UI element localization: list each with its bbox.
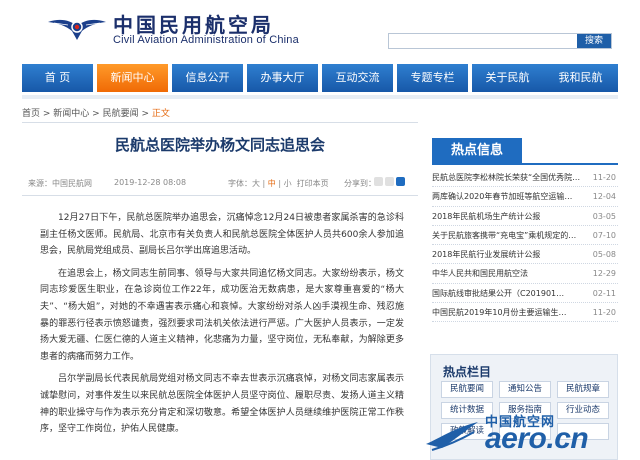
font-separator: | [260, 179, 268, 188]
article-meta: 来源：中国民航网 2019-12-28 08:08 字体：大 | 中 | 小 打… [22, 177, 418, 191]
font-small-button[interactable]: 小 [284, 179, 292, 188]
news-title[interactable]: 关于民航旅客携带“充电宝”乘机规定的… [432, 226, 582, 244]
nav-special-topics[interactable]: 专题专栏 [397, 64, 468, 92]
news-title[interactable]: 2018年民航行业发展统计公报 [432, 245, 582, 263]
column-button-notices[interactable]: 通知公告 [499, 381, 551, 398]
print-button[interactable]: 打印本页 [297, 179, 329, 188]
news-date: 11-20 [592, 173, 616, 182]
article-body: 12月27日下午，民航总医院举办追思会，沉痛悼念12月24日被患者家属杀害的急诊… [40, 210, 404, 444]
breadcrumb-home[interactable]: 首页 [22, 109, 40, 119]
list-item[interactable]: 中华人民共和国民用航空法 12-29 [432, 264, 618, 284]
watermark-url: aero.cn [485, 422, 589, 455]
site-subtitle: Civil Aviation Administration of China [113, 34, 299, 46]
nav-divider [22, 95, 618, 99]
watermark-logo-icon [426, 422, 478, 451]
breadcrumb-news[interactable]: 新闻中心 [53, 109, 89, 119]
share-label: 分享到： [344, 179, 376, 188]
meta-divider [22, 195, 418, 196]
nav-me-and-caac[interactable]: 我和民航 [543, 64, 618, 92]
article-date: 2019-12-28 08:08 [114, 178, 187, 187]
search-box: 搜索 [388, 33, 612, 49]
font-separator: | [275, 179, 284, 188]
news-date: 12-04 [592, 192, 616, 202]
article-paragraph: 吕尔学副局长代表民航局党组对杨文同志不幸去世表示沉痛哀悼，对杨文同志家属表示诚挚… [40, 374, 404, 435]
search-button[interactable]: 搜索 [577, 34, 611, 48]
news-title[interactable]: 民航总医院李松林院长荣获“全国优秀院… [432, 168, 582, 186]
list-item[interactable]: 国际航线审批结果公开（C201901… 02-11 [432, 284, 618, 304]
list-item[interactable]: 关于民航旅客携带“充电宝”乘机规定的… 07-10 [432, 226, 618, 246]
main-nav: 首 页 新闻中心 信息公开 办事大厅 互动交流 专题专栏 关于民航 我和民航 [22, 64, 618, 92]
nav-news-center[interactable]: 新闻中心 [97, 64, 168, 92]
news-date: 02-11 [592, 288, 616, 298]
search-input[interactable] [389, 34, 577, 48]
list-item[interactable]: 2018年民航机场生产统计公报 03-05 [432, 207, 618, 226]
news-date: 12-29 [592, 269, 616, 279]
breadcrumb-section[interactable]: 民航要闻 [103, 109, 139, 119]
list-item[interactable]: 民航总医院李松林院长荣获“全国优秀院… 11-20 [432, 168, 618, 188]
article-paragraph: 在追思会上，杨文同志生前同事、领导与大家共同追忆杨文同志。大家纷纷表示，杨文同志… [40, 268, 404, 362]
news-title[interactable]: 中华人民共和国民用航空法 [432, 264, 582, 282]
font-size-label: 字体： [228, 179, 252, 188]
hot-news-list: 民航总医院李松林院长荣获“全国优秀院… 11-20 两库确认2020年春节加班等航… [432, 168, 618, 323]
breadcrumb-separator: > [40, 109, 54, 119]
share-wechat-icon[interactable] [385, 177, 394, 186]
nav-about[interactable]: 关于民航 [472, 64, 543, 92]
breadcrumb-current: 正文 [151, 109, 170, 119]
breadcrumb-divider [22, 122, 418, 123]
column-button-industry[interactable]: 行业动态 [557, 402, 609, 419]
hot-news-tab[interactable]: 热点信息 [432, 138, 522, 164]
breadcrumb-separator: > [138, 109, 152, 119]
news-date: 05-08 [592, 250, 616, 260]
share-weibo-icon[interactable] [374, 177, 383, 186]
caac-logo-icon[interactable] [46, 10, 108, 44]
nav-home[interactable]: 首 页 [22, 64, 93, 92]
news-title[interactable]: 国际航线审批结果公开（C201901… [432, 284, 582, 302]
font-large-button[interactable]: 大 [252, 179, 260, 188]
nav-info-disclosure[interactable]: 信息公开 [172, 64, 243, 92]
news-title[interactable]: 中国民航2019年10月份主要运输生… [432, 303, 582, 321]
hot-columns-title: 热点栏目 [443, 365, 492, 379]
news-date: 11-20 [592, 308, 616, 318]
font-medium-button[interactable]: 中 [268, 179, 276, 188]
news-title[interactable]: 两库确认2020年春节加班等航空运输… [432, 187, 582, 205]
share-icons [374, 177, 418, 189]
nav-service-hall[interactable]: 办事大厅 [247, 64, 318, 92]
news-date: 07-10 [592, 230, 616, 240]
font-size-controls: 字体：大 | 中 | 小 打印本页 [228, 178, 329, 189]
share-more-icon[interactable] [396, 177, 405, 186]
article-title: 民航总医院举办杨文同志追思会 [114, 136, 325, 154]
site-header: 中国民用航空局 Civil Aviation Administration of… [0, 0, 640, 62]
breadcrumb: 首页 > 新闻中心 > 民航要闻 > 正文 [22, 106, 422, 119]
breadcrumb-separator: > [89, 109, 103, 119]
column-button-news[interactable]: 民航要闻 [441, 381, 493, 398]
news-date: 03-05 [592, 211, 616, 221]
article-paragraph: 12月27日下午，民航总医院举办追思会，沉痛悼念12月24日被患者家属杀害的急诊… [40, 213, 404, 257]
list-item[interactable]: 中国民航2019年10月份主要运输生… 11-20 [432, 303, 618, 323]
nav-interaction[interactable]: 互动交流 [322, 64, 393, 92]
article-source: 来源：中国民航网 [28, 179, 92, 188]
column-button-regulations[interactable]: 民航规章 [557, 381, 609, 398]
hot-news-underline [432, 163, 618, 165]
news-title[interactable]: 2018年民航机场生产统计公报 [432, 207, 582, 225]
list-item[interactable]: 两库确认2020年春节加班等航空运输… 12-04 [432, 187, 618, 207]
list-item[interactable]: 2018年民航行业发展统计公报 05-08 [432, 245, 618, 265]
